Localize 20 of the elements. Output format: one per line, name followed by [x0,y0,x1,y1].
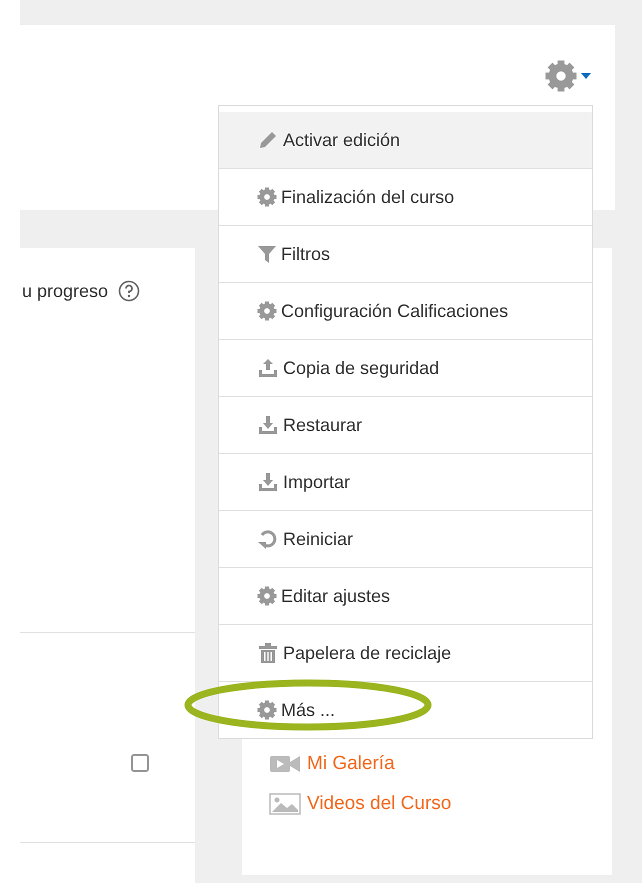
help-icon [118,280,140,302]
refresh-icon [257,528,279,550]
checkbox[interactable] [131,754,149,772]
caret-icon [581,73,591,79]
trash-icon [257,642,279,664]
settings-menu-button[interactable] [545,60,591,92]
filter-icon [257,244,277,264]
download-icon [257,414,279,436]
gear-icon [257,700,277,720]
gear-icon [257,301,277,321]
download-icon [257,471,279,493]
video-camera-icon [269,754,301,774]
menu-item[interactable]: Activar edición [219,112,592,168]
progress-label: u progreso [22,280,108,302]
gear-icon [257,187,277,207]
upload-icon [257,357,279,379]
image-icon [269,793,301,815]
gear-icon [257,586,277,606]
gear-icon [545,60,577,92]
pencil-icon [257,129,279,151]
